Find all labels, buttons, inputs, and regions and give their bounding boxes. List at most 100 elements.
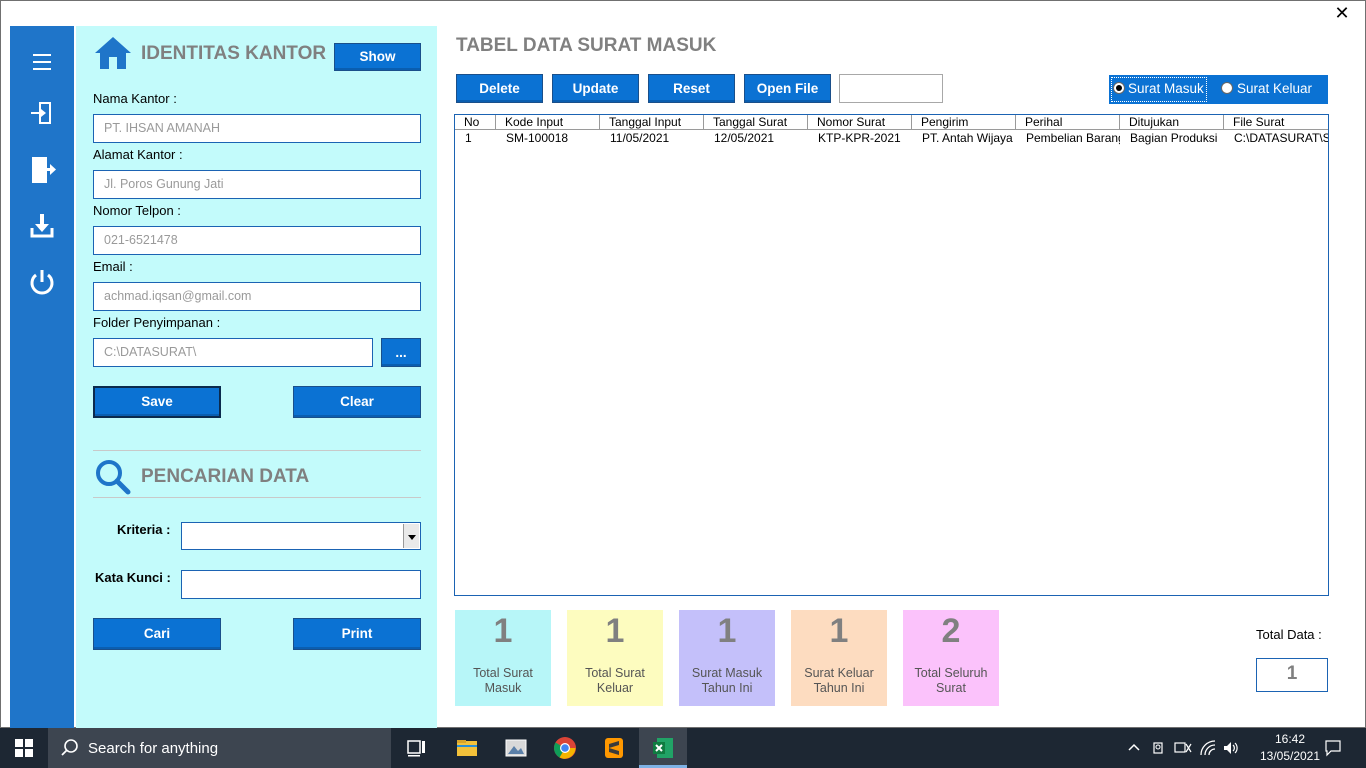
data-table[interactable]: No Kode Input Tanggal Input Tanggal Sura… (454, 114, 1329, 596)
table-header-pengirim[interactable]: Pengirim (912, 115, 1016, 130)
radio-surat-keluar-label[interactable]: Surat Keluar (1237, 81, 1312, 96)
search-section-title: PENCARIAN DATA (141, 466, 310, 487)
file-explorer-icon[interactable] (455, 736, 479, 760)
table-cell: PT. Antah Wijaya (922, 131, 1013, 145)
stat-caption: Total Surat Masuk (473, 666, 533, 695)
stat-value: 1 (493, 612, 513, 650)
stat-value: 1 (605, 612, 625, 650)
sidebar (10, 26, 74, 728)
update-button[interactable]: Update (552, 74, 639, 103)
table-cell: 11/05/2021 (610, 131, 670, 145)
table-cell: C:\DATASURAT\SM-100018 (1234, 131, 1328, 145)
sublime-icon[interactable] (602, 736, 626, 760)
stat-card-total-seluruh: 2 Total Seluruh Surat (903, 610, 999, 706)
volume-icon[interactable] (1222, 740, 1240, 756)
sign-in-icon[interactable] (26, 98, 58, 130)
divider (93, 497, 421, 498)
nama-kantor-label: Nama Kantor : (93, 91, 177, 106)
open-file-button[interactable]: Open File (744, 74, 831, 103)
taskbar-search-icon (60, 738, 80, 762)
stat-card-total-keluar: 1 Total Surat Keluar (567, 610, 663, 706)
clock-time: 16:42 (1274, 732, 1306, 746)
kata-kunci-label: Kata Kunci : (95, 570, 171, 585)
photos-icon[interactable] (504, 736, 528, 760)
wifi-icon[interactable] (1199, 740, 1217, 756)
task-view-icon[interactable] (405, 736, 429, 760)
home-icon (93, 35, 133, 71)
windows-start-icon[interactable] (14, 738, 34, 758)
table-cell: 12/05/2021 (714, 131, 775, 145)
nomor-telpon-label: Nomor Telpon : (93, 203, 181, 218)
alamat-kantor-label: Alamat Kantor : (93, 147, 183, 162)
stat-caption: Total Seluruh Surat (914, 666, 988, 695)
nama-kantor-field[interactable]: PT. IHSAN AMANAH (93, 114, 421, 143)
table-cell: SM-100018 (506, 131, 569, 145)
cari-button[interactable]: Cari (93, 618, 221, 650)
table-header-ditujukan[interactable]: Ditujukan (1120, 115, 1224, 130)
chrome-icon[interactable] (553, 736, 577, 760)
file-path-field[interactable] (839, 74, 943, 103)
table-cell: KTP-KPR-2021 (818, 131, 901, 145)
close-button[interactable]: ✕ (1330, 2, 1354, 24)
stat-caption: Total Surat Keluar (585, 666, 645, 695)
search-icon (94, 458, 132, 496)
browse-folder-button[interactable]: ... (381, 338, 421, 367)
office-section-title: IDENTITAS KANTOR (141, 43, 327, 64)
divider (93, 450, 421, 451)
table-header-file-surat[interactable]: File Surat (1224, 115, 1328, 130)
stat-value: 2 (941, 612, 961, 650)
clock-date: 13/05/2021 (1259, 749, 1321, 763)
input-method-icon[interactable] (1174, 740, 1192, 756)
chevron-up-icon[interactable] (1127, 740, 1141, 754)
stat-card-total-masuk: 1 Total Surat Masuk (455, 610, 551, 706)
notification-icon[interactable] (1324, 739, 1342, 757)
nomor-telpon-field[interactable]: 021-6521478 (93, 226, 421, 255)
menu-icon[interactable] (26, 46, 58, 78)
reset-button[interactable]: Reset (648, 74, 735, 103)
stat-caption: Surat Keluar Tahun Ini (804, 666, 874, 695)
total-data-label: Total Data : (1256, 627, 1322, 642)
taskbar-search-placeholder: Search for anything (88, 740, 219, 757)
table-header-nomor-surat[interactable]: Nomor Surat (808, 115, 912, 130)
save-button[interactable]: Save (93, 386, 221, 418)
kriteria-label: Kriteria : (117, 522, 171, 537)
print-button[interactable]: Print (293, 618, 421, 650)
folder-field[interactable]: C:\DATASURAT\ (93, 338, 373, 367)
show-button[interactable]: Show (334, 43, 421, 71)
table-cell: Pembelian Barang (1026, 131, 1120, 145)
radio-surat-masuk[interactable] (1113, 82, 1125, 94)
clear-button[interactable]: Clear (293, 386, 421, 418)
page-title: TABEL DATA SURAT MASUK (456, 35, 717, 56)
taskbar-search-box[interactable]: Search for anything (48, 728, 391, 768)
stat-value: 1 (829, 612, 849, 650)
power-icon[interactable] (26, 266, 58, 298)
email-label: Email : (93, 259, 133, 274)
stat-card-keluar-tahun-ini: 1 Surat Keluar Tahun Ini (791, 610, 887, 706)
table-header-tanggal-surat[interactable]: Tanggal Surat (704, 115, 808, 130)
kriteria-select[interactable] (181, 522, 421, 550)
download-icon[interactable] (26, 210, 58, 242)
total-data-value: 1 (1256, 658, 1328, 692)
table-cell: Bagian Produksi (1130, 131, 1218, 145)
stat-value: 1 (717, 612, 737, 650)
chevron-down-icon[interactable] (403, 524, 419, 548)
radio-surat-masuk-label[interactable]: Surat Masuk (1128, 81, 1204, 96)
stat-caption: Surat Masuk Tahun Ini (691, 666, 763, 695)
table-header-tanggal-input[interactable]: Tanggal Input (600, 115, 704, 130)
stat-card-masuk-tahun-ini: 1 Surat Masuk Tahun Ini (679, 610, 775, 706)
table-header-perihal[interactable]: Perihal (1016, 115, 1120, 130)
kata-kunci-field[interactable] (181, 570, 421, 599)
folder-label: Folder Penyimpanan : (93, 315, 221, 330)
delete-button[interactable]: Delete (456, 74, 543, 103)
surat-type-radio-group: Surat Masuk Surat Keluar (1109, 75, 1328, 104)
meet-now-icon[interactable] (1151, 740, 1167, 756)
radio-surat-keluar[interactable] (1221, 82, 1233, 94)
table-cell: 1 (465, 131, 472, 145)
alamat-kantor-field[interactable]: Jl. Poros Gunung Jati (93, 170, 421, 199)
sign-out-icon[interactable] (26, 154, 58, 186)
excel-icon[interactable] (651, 736, 675, 760)
table-header-kode-input[interactable]: Kode Input (496, 115, 600, 130)
email-field[interactable]: achmad.iqsan@gmail.com (93, 282, 421, 311)
table-header-no[interactable]: No (455, 115, 496, 130)
clock[interactable]: 16:42 13/05/2021 (1250, 731, 1330, 765)
